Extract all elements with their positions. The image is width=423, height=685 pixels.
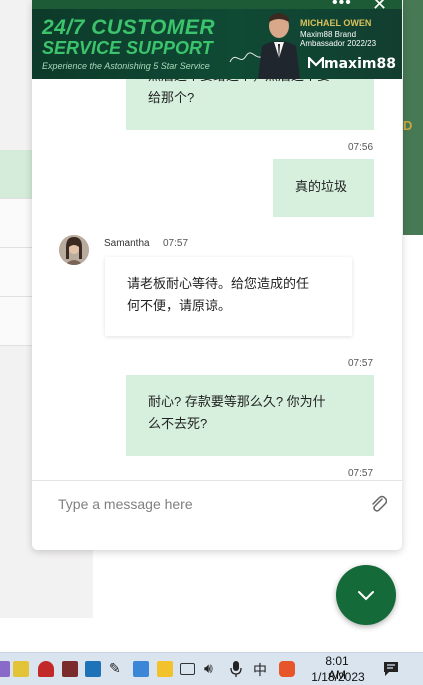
message-text: 然后这个要给这个，然后这个要 — [148, 79, 330, 87]
agent-message-time: 07:57 — [163, 238, 189, 249]
ime-indicator[interactable]: 中 — [253, 660, 267, 680]
network-icon[interactable] — [180, 663, 195, 675]
incoming-message: 请老板耐心等待。给您造成的任 何不便，请原谅。 — [105, 257, 352, 336]
ambassador-role: Maxim88 Brand — [300, 30, 357, 39]
close-icon[interactable]: ✕ — [372, 0, 387, 15]
message-text: 给那个? — [148, 90, 195, 105]
more-dots-icon[interactable]: ••• — [332, 0, 352, 12]
clock-date[interactable]: 1/18/2023 — [309, 670, 367, 684]
sogou-input-icon[interactable] — [279, 661, 295, 677]
agent-name: Samantha — [104, 238, 150, 249]
ambassador-photo — [258, 13, 300, 79]
windows-taskbar: ✎ 🔊︎ 中 8:01 AM 1/18/2023 — [0, 652, 423, 685]
message-text: 耐心? 存款要等那么久? 你为什 — [148, 394, 326, 409]
red-app-icon[interactable] — [38, 661, 54, 677]
chevron-down-icon — [358, 591, 374, 601]
volume-icon[interactable]: 🔊︎ — [204, 660, 213, 677]
notification-icon[interactable] — [383, 661, 399, 677]
ambassador-role: Ambassador 2022/23 — [300, 39, 377, 48]
message-time: 07:57 — [348, 468, 374, 479]
microphone-icon[interactable] — [230, 660, 242, 678]
background-row — [0, 248, 32, 297]
background-row — [0, 150, 32, 199]
brand-logo: maxim88 — [307, 55, 396, 72]
app-icon[interactable] — [0, 661, 10, 677]
avatar-icon — [59, 235, 89, 265]
chat-toggle-button[interactable] — [336, 565, 396, 625]
background-row — [0, 297, 32, 346]
background-strip-letter: D — [403, 118, 413, 133]
message-text: 真的垃圾 — [295, 179, 348, 194]
robot-app-icon[interactable] — [62, 661, 78, 677]
message-input[interactable] — [56, 493, 360, 515]
blue-app-icon[interactable] — [133, 661, 149, 677]
network-tool-icon[interactable]: ✎ — [109, 660, 121, 677]
message-text: 何不便，请原谅。 — [127, 298, 232, 313]
background-list — [0, 150, 32, 346]
message-text: 请老板耐心等待。给您造成的任 — [127, 276, 310, 291]
paperclip-icon[interactable] — [369, 493, 387, 513]
outgoing-message: 耐心? 存款要等那么久? 你为什 么不去死? — [126, 375, 374, 456]
ambassador-name: MICHAEL OWEN — [300, 18, 372, 28]
message-list[interactable]: 然后这个要给这个，然后这个要 给那个? 07:56 真的垃圾 Samantha … — [32, 79, 402, 480]
promo-banner: 24/7 CUSTOMER SERVICE SUPPORT Experience… — [32, 0, 402, 79]
banner-tagline: Experience the Astonishing 5 Star Servic… — [42, 61, 210, 71]
logo-mark-icon — [307, 55, 325, 68]
yellow-app-icon[interactable] — [157, 661, 173, 677]
banner-headline: SERVICE SUPPORT — [42, 38, 213, 58]
outgoing-message: 然后这个要给这个，然后这个要 给那个? — [126, 79, 374, 130]
cube-app-icon[interactable] — [13, 661, 29, 677]
message-text: 么不去死? — [148, 416, 208, 431]
message-time: 07:56 — [348, 142, 374, 153]
agent-avatar — [59, 235, 89, 265]
outgoing-message: 真的垃圾 — [273, 159, 374, 217]
background-strip: D — [403, 0, 423, 235]
brand-logo-text: maxim88 — [324, 56, 396, 72]
message-composer — [32, 480, 402, 550]
background-row — [0, 199, 32, 248]
fx-app-icon[interactable] — [85, 661, 101, 677]
banner-headline: 24/7 CUSTOMER — [42, 16, 215, 39]
message-time: 07:57 — [348, 358, 374, 369]
chat-widget: 24/7 CUSTOMER SERVICE SUPPORT Experience… — [32, 0, 402, 550]
